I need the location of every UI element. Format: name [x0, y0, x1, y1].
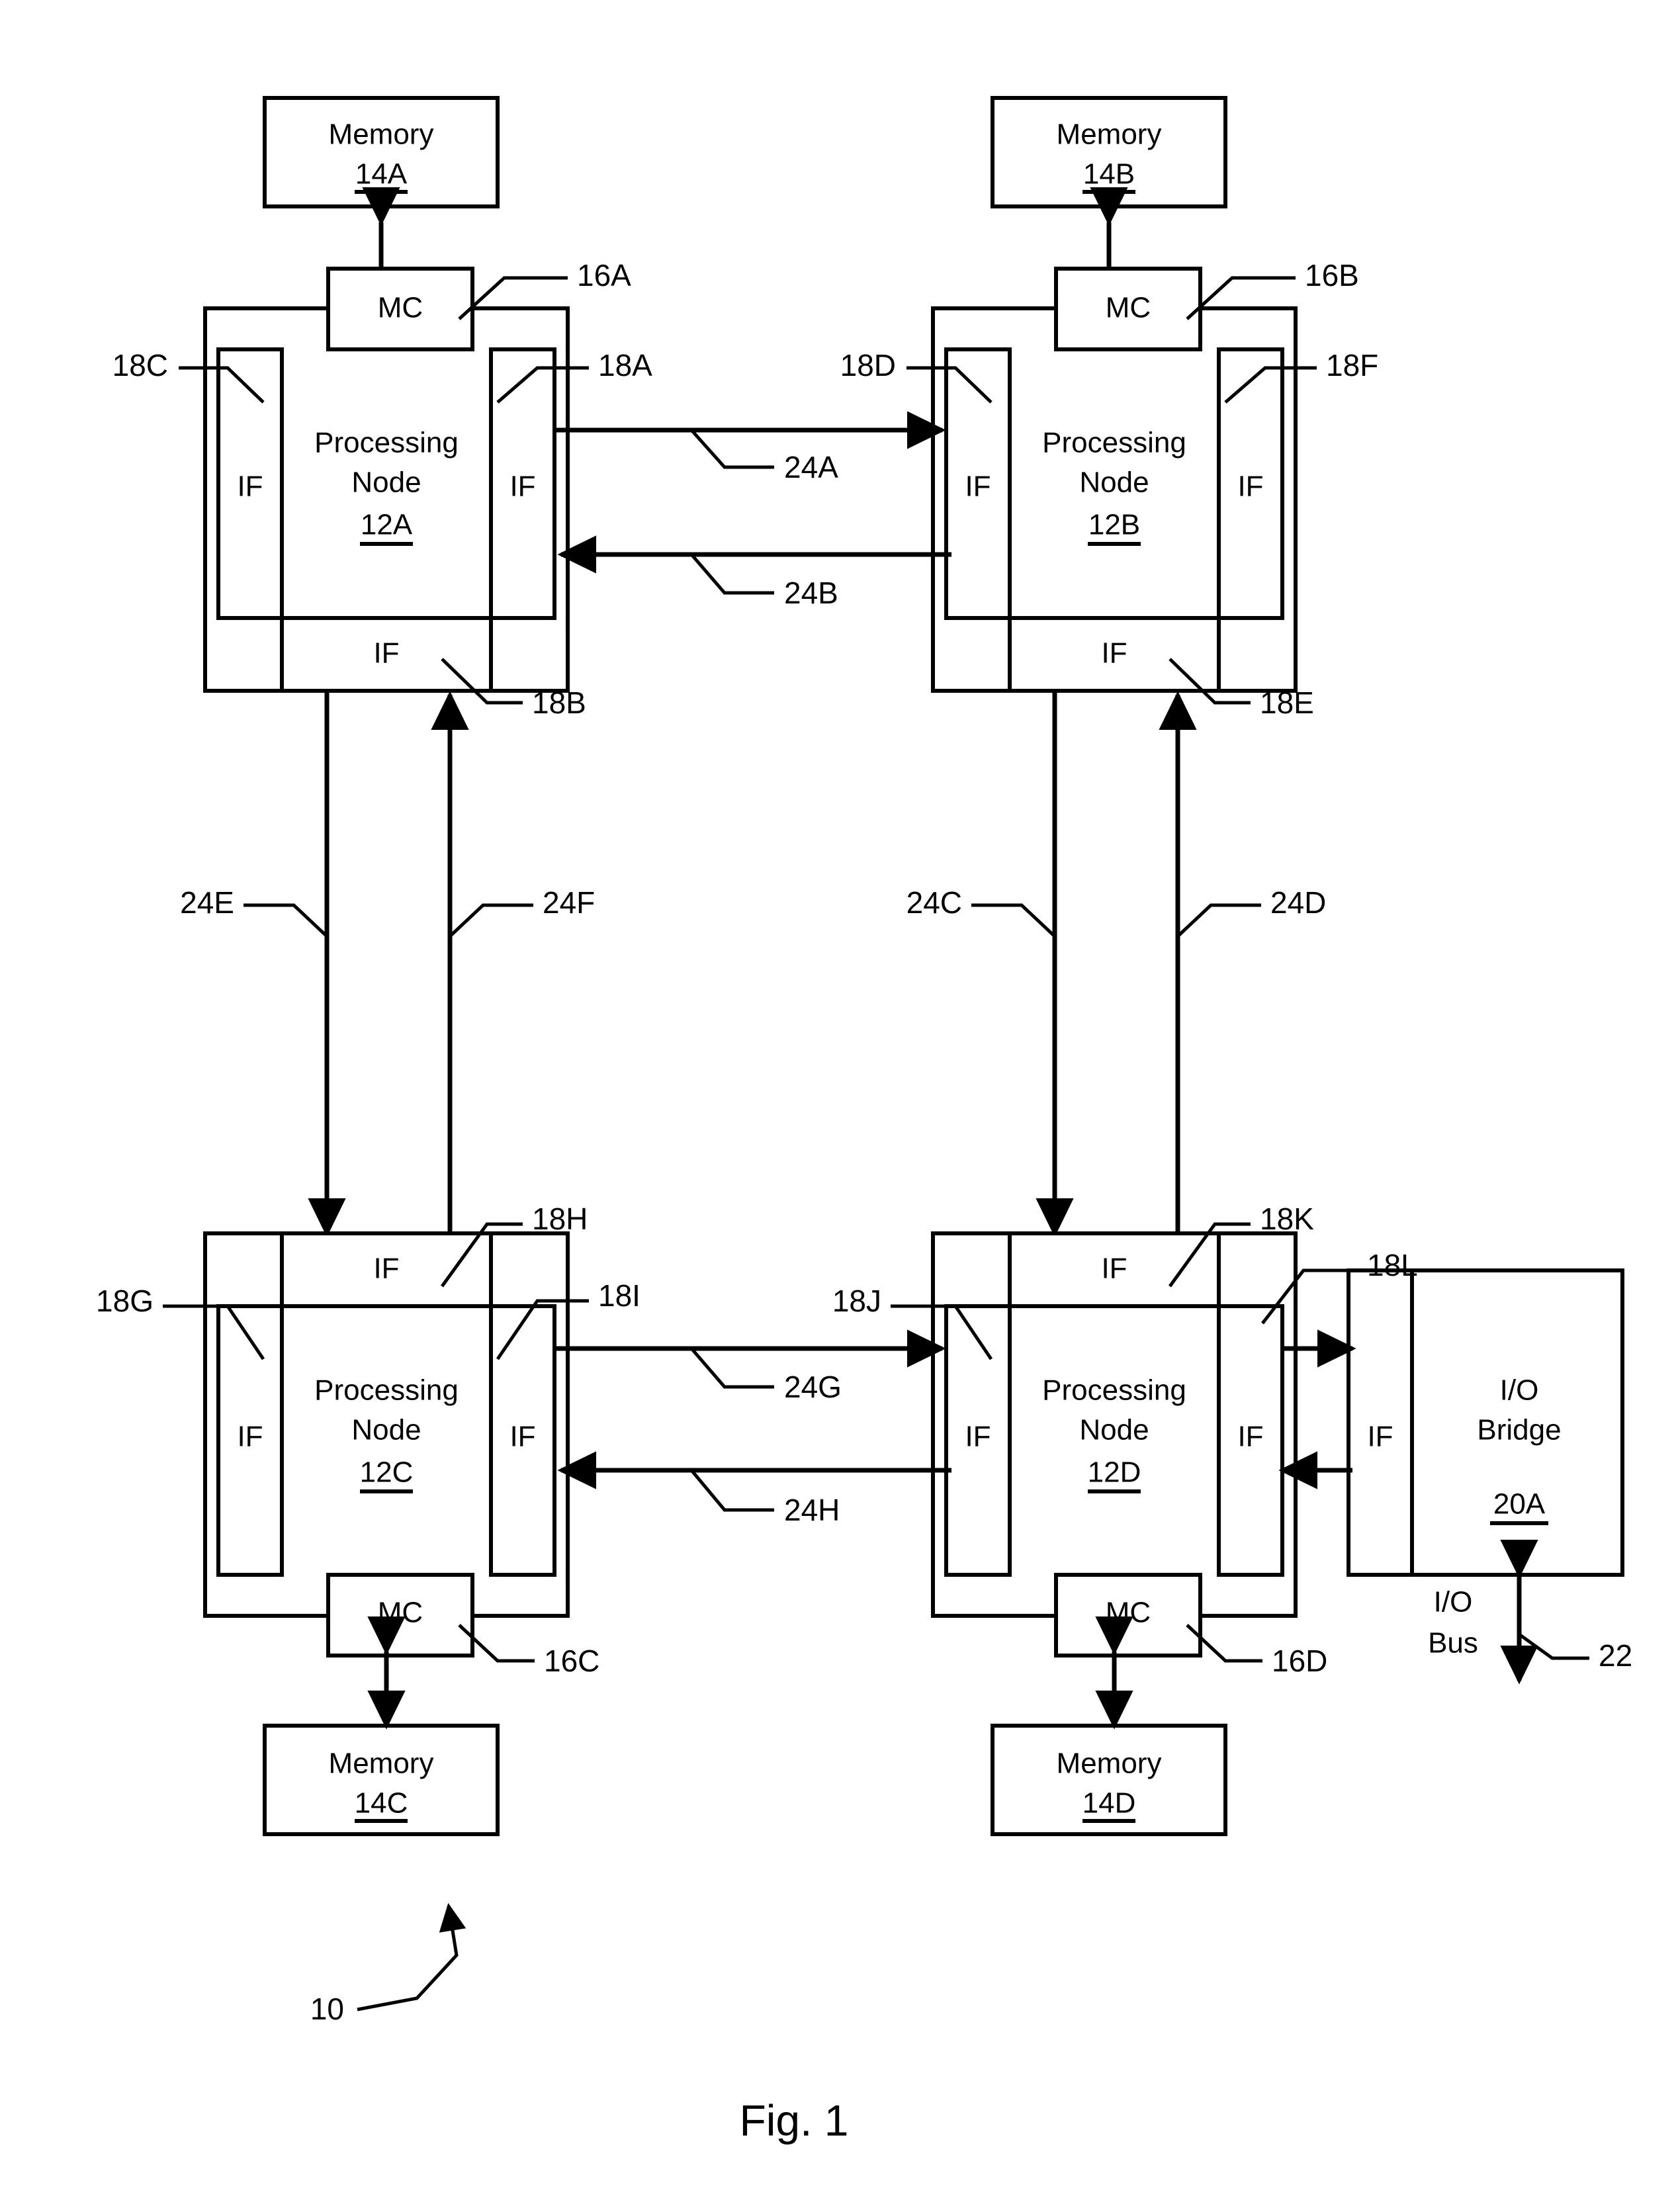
if-18i-label: IF: [509, 1421, 535, 1453]
node-12c-ref: 12C: [360, 1456, 414, 1489]
if-18b-label: IF: [373, 637, 399, 670]
if-18c-label: IF: [237, 470, 263, 503]
ref-16a-label: 16A: [577, 258, 631, 292]
mc-16c-label: MC: [378, 1597, 423, 1629]
node-12d-line1: Processing: [1042, 1374, 1186, 1407]
node-12a-ref: 12A: [361, 509, 413, 541]
figure-canvas: Memory 14A Memory 14B MC IF IF IF Proces…: [0, 0, 1678, 2212]
io-bridge-line2: Bridge: [1477, 1414, 1561, 1446]
ref-18b-label: 18B: [532, 686, 586, 720]
if-18l-node-label: IF: [1237, 1421, 1263, 1453]
ref-16d-label: 16D: [1272, 1644, 1327, 1678]
link-24a-ref: 24A: [784, 450, 838, 484]
if-18l-bridge-label: IF: [1367, 1421, 1393, 1453]
if-18a-label: IF: [509, 470, 535, 503]
io-bus-line1: I/O: [1434, 1586, 1473, 1618]
if-18f-label: IF: [1237, 470, 1263, 503]
node-12b-line1: Processing: [1042, 427, 1186, 459]
node-12b-ref: 12B: [1088, 509, 1140, 541]
ref-18j-label: 18J: [832, 1284, 881, 1318]
io-bridge-ref: 20A: [1493, 1488, 1546, 1521]
memory-14c-label: Memory: [329, 1747, 434, 1780]
ref-18c-label: 18C: [112, 348, 168, 382]
ref-18l-label: 18L: [1367, 1248, 1418, 1282]
memory-14b-ref: 14B: [1083, 158, 1135, 191]
link-24c-ref: 24C: [906, 885, 962, 920]
node-12c-line2: Node: [351, 1414, 421, 1446]
ref-18k-label: 18K: [1260, 1202, 1314, 1236]
if-18j-label: IF: [965, 1421, 991, 1453]
io-bus-ref: 22: [1599, 1638, 1632, 1673]
node-12a-line1: Processing: [314, 427, 459, 459]
patent-figure-1: Memory 14A Memory 14B MC IF IF IF Proces…: [0, 0, 1678, 2212]
node-12b-line2: Node: [1079, 466, 1149, 499]
if-18e-label: IF: [1101, 637, 1127, 670]
io-bus-line2: Bus: [1428, 1627, 1478, 1659]
io-bridge-line1: I/O: [1500, 1374, 1539, 1407]
node-12c-line1: Processing: [314, 1374, 459, 1407]
ref-18h-label: 18H: [532, 1202, 588, 1236]
memory-14a-label: Memory: [329, 118, 434, 151]
node-12d-ref: 12D: [1088, 1456, 1141, 1489]
mc-16b-label: MC: [1106, 292, 1151, 324]
ref-18d-label: 18D: [840, 348, 896, 382]
ref-18g-label: 18G: [96, 1284, 154, 1318]
ref-18f-label: 18F: [1326, 348, 1378, 382]
if-18d-label: IF: [965, 470, 991, 503]
memory-14a-ref: 14A: [355, 158, 408, 191]
node-12a-line2: Node: [351, 466, 421, 499]
if-18h-label: IF: [373, 1253, 399, 1285]
link-24b-ref: 24B: [784, 576, 838, 610]
link-24f-ref: 24F: [543, 885, 595, 920]
link-24e-ref: 24E: [180, 885, 234, 920]
ref-18e-label: 18E: [1260, 686, 1314, 720]
figure-caption: Fig. 1: [739, 2096, 848, 2145]
if-18g-label: IF: [237, 1421, 263, 1453]
ref-16b-label: 16B: [1305, 258, 1359, 292]
ref-18a-label: 18A: [598, 348, 652, 382]
memory-14c-ref: 14C: [355, 1787, 408, 1820]
ref-16c-label: 16C: [544, 1644, 599, 1678]
link-24h-ref: 24H: [784, 1493, 840, 1527]
memory-14b-label: Memory: [1057, 118, 1162, 151]
ref-18i-label: 18I: [598, 1278, 640, 1313]
memory-14d-ref: 14D: [1082, 1787, 1136, 1820]
link-24d-ref: 24D: [1270, 885, 1326, 920]
page-background: [0, 0, 1678, 2212]
mc-16d-label: MC: [1106, 1597, 1151, 1629]
link-24g-ref: 24G: [784, 1370, 842, 1404]
memory-14d-label: Memory: [1057, 1747, 1162, 1780]
system-ref-label: 10: [310, 1992, 344, 2026]
node-12d-line2: Node: [1079, 1414, 1149, 1446]
mc-16a-label: MC: [378, 292, 423, 324]
if-18k-label: IF: [1101, 1253, 1127, 1285]
